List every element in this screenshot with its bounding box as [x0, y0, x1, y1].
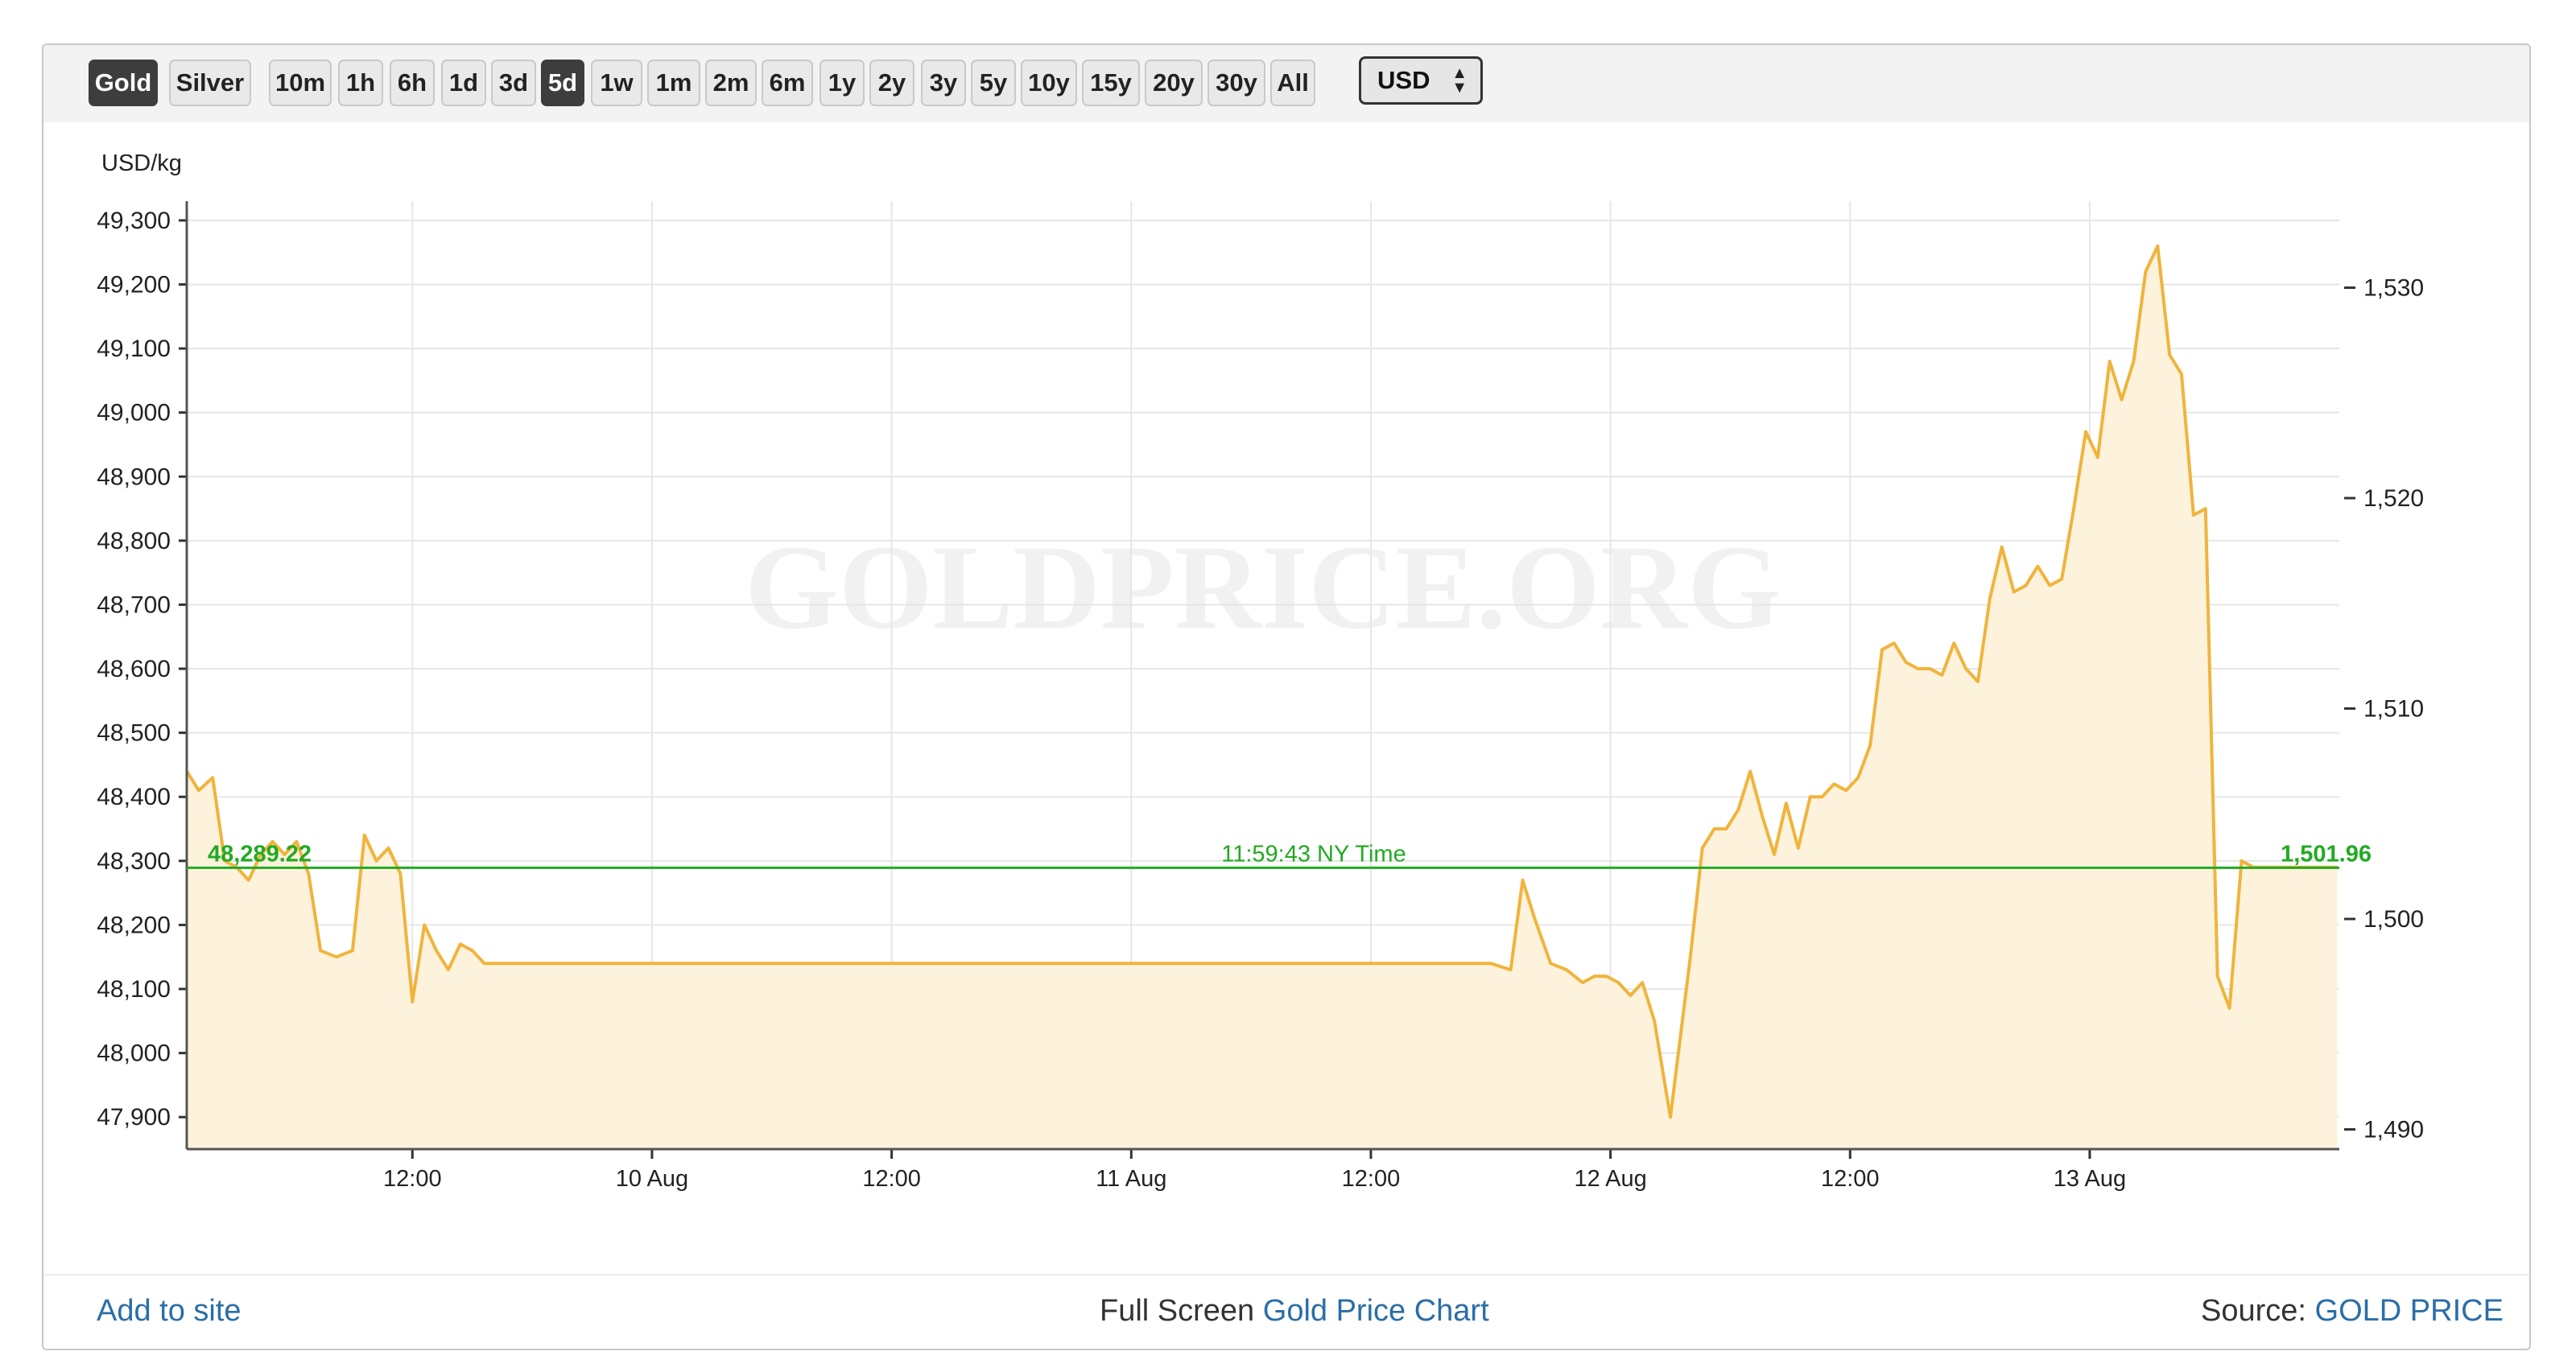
y2-tick-label: 1,530 — [2363, 275, 2424, 302]
y-tick-label: 48,300 — [97, 848, 171, 875]
source-label: Source: GOLD PRICE — [2201, 1294, 2504, 1329]
y-tick-label: 48,600 — [97, 656, 171, 682]
x-tick-label: 12:00 — [862, 1166, 921, 1192]
source-prefix: Source: — [2201, 1294, 2306, 1328]
y-tick-label: 47,900 — [97, 1104, 171, 1131]
price-area — [187, 245, 2338, 1150]
gold-price-chart: GOLDPRICE.ORG47,90048,00048,10048,20048,… — [43, 150, 2529, 1275]
x-tick-label: 12:00 — [383, 1166, 442, 1192]
x-tick-label: 11 Aug — [1096, 1166, 1166, 1192]
y-tick-label: 48,900 — [97, 464, 171, 490]
add-to-site-link[interactable]: Add to site — [97, 1294, 242, 1329]
gold-price-chart-link[interactable]: Gold Price Chart — [1263, 1294, 1489, 1328]
reference-right-label: 1,501.96 — [2281, 841, 2372, 867]
y-tick-label: 49,300 — [97, 208, 171, 234]
y-tick-label: 48,800 — [97, 528, 171, 554]
y-tick-label: 49,000 — [97, 400, 171, 426]
x-tick-label: 13 Aug — [2054, 1166, 2126, 1192]
y-tick-label: 48,100 — [97, 976, 171, 1003]
x-tick-label: 12 Aug — [1574, 1166, 1646, 1192]
full-screen-prefix: Full Screen — [1100, 1294, 1255, 1328]
reference-left-label: 48,289.22 — [208, 841, 312, 867]
x-tick-label: 12:00 — [1342, 1166, 1401, 1192]
y-tick-label: 49,200 — [97, 271, 171, 298]
y2-tick-label: 1,500 — [2363, 906, 2424, 933]
y-tick-label: 48,700 — [97, 591, 171, 618]
reference-center-label: 11:59:43 NY Time — [1221, 841, 1406, 867]
y-tick-label: 48,500 — [97, 720, 171, 747]
y2-tick-label: 1,520 — [2363, 485, 2424, 512]
y2-tick-label: 1,490 — [2363, 1117, 2424, 1143]
x-tick-label: 12:00 — [1821, 1166, 1880, 1192]
x-tick-label: 10 Aug — [616, 1166, 688, 1192]
y-tick-label: 48,000 — [97, 1040, 171, 1067]
y-tick-label: 48,400 — [97, 784, 171, 810]
y-unit-label: USD/kg — [101, 150, 182, 176]
full-screen-label: Full Screen Gold Price Chart — [1100, 1294, 1489, 1329]
y-tick-label: 49,100 — [97, 336, 171, 362]
gold-price-source-link[interactable]: GOLD PRICE — [2315, 1294, 2504, 1328]
y-tick-label: 48,200 — [97, 912, 171, 938]
y2-tick-label: 1,510 — [2363, 696, 2424, 723]
